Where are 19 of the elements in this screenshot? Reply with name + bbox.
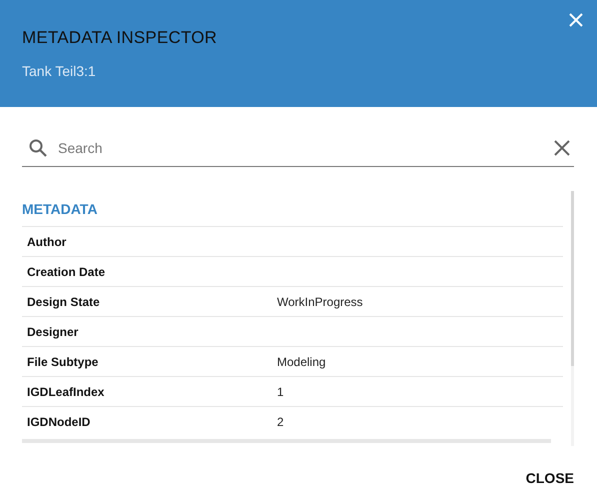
property-name: IGDNodeID [27,414,92,428]
property-name: File Subtype [27,354,100,368]
property-value: WorkInProgress [277,294,363,308]
close-icon[interactable] [567,11,585,29]
search-icon [28,138,48,158]
close-button[interactable]: CLOSE [526,470,574,486]
property-value: 1 [277,384,284,398]
property-name: Designer [27,324,80,338]
property-value: Modeling [277,354,326,368]
property-value: 2 [277,414,284,428]
dialog-title: METADATA INSPECTOR [22,28,218,48]
property-name: Design State [27,294,101,308]
vertical-scrollbar[interactable] [571,191,574,446]
clear-icon[interactable] [552,138,572,158]
dialog-subtitle: Tank Teil3:1 [22,63,97,79]
property-name: Creation Date [27,264,106,278]
property-name: Author [27,234,68,248]
section-title: METADATA [22,200,98,218]
property-name: IGDLeafIndex [27,384,106,398]
